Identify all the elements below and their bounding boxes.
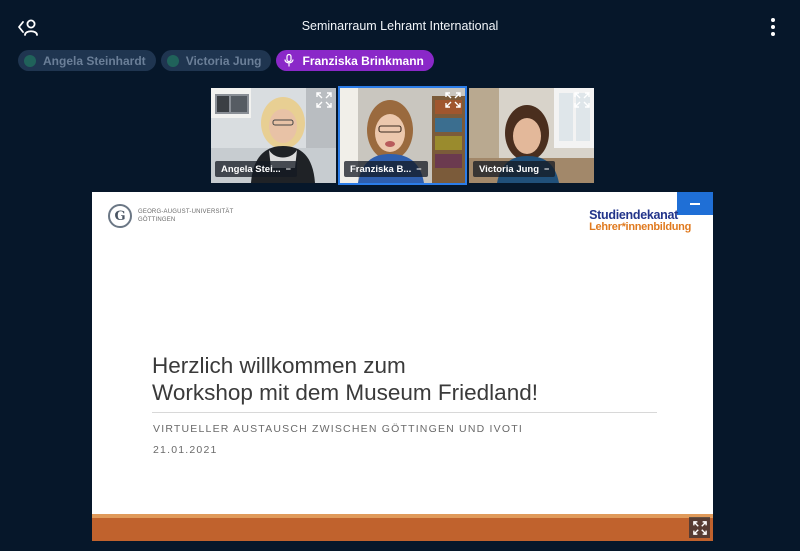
- video-username: Angela Stei...: [221, 163, 281, 175]
- talker-name: Franziska Brinkmann: [302, 53, 424, 68]
- video-username: Franziska B...: [350, 163, 412, 175]
- more-vertical-icon: [771, 18, 775, 22]
- video-list: Angela Stei... − Franziska B... − Victor…: [211, 86, 594, 185]
- options-menu-button[interactable]: [766, 16, 780, 38]
- meeting-title: Seminarraum Lehramt International: [301, 19, 499, 33]
- expand-icon[interactable]: [316, 92, 332, 108]
- minimize-icon: [690, 202, 700, 205]
- video-name-label[interactable]: Victoria Jung −: [473, 161, 556, 177]
- slide-title-line2: Workshop mit dem Museum Friedland!: [152, 380, 538, 405]
- slide-subtitle: VIRTUELLER AUSTAUSCH ZWISCHEN GÖTTINGEN …: [153, 423, 523, 435]
- top-bar: Seminarraum Lehramt International: [0, 0, 800, 50]
- video-name-label[interactable]: Franziska B... −: [344, 161, 428, 177]
- slide-footer-band: [92, 514, 713, 541]
- more-vertical-icon-dot: [771, 32, 775, 36]
- talker-name: Victoria Jung: [185, 53, 262, 68]
- talker-status-dot: [166, 54, 179, 67]
- fullscreen-button[interactable]: [689, 517, 710, 538]
- slide-title: Herzlich willkommen zum Workshop mit dem…: [152, 352, 538, 406]
- university-emblem-icon: G: [108, 204, 132, 228]
- video-tile-victoria[interactable]: Victoria Jung −: [469, 88, 594, 183]
- slide-date: 21.01.2021: [153, 444, 218, 456]
- talker-name: Angela Steinhardt: [43, 53, 146, 68]
- presentation-area: G GEORG-AUGUST-UNIVERSITÄT GÖTTINGEN Stu…: [92, 192, 713, 541]
- slide-divider: [152, 412, 657, 413]
- video-name-label[interactable]: Angela Stei... −: [215, 161, 297, 177]
- microphone-icon: [282, 54, 296, 68]
- slide-title-line1: Herzlich willkommen zum: [152, 353, 406, 378]
- talker-angela-steinhardt[interactable]: Angela Steinhardt: [18, 50, 156, 71]
- studiendekanat-logo: Studiendekanat Lehrer*innenbildung: [589, 208, 691, 233]
- talker-victoria-jung[interactable]: Victoria Jung: [160, 50, 272, 71]
- video-username: Victoria Jung: [479, 163, 540, 175]
- university-name: GEORG-AUGUST-UNIVERSITÄT GÖTTINGEN: [138, 208, 233, 224]
- chevron-down-icon: −: [416, 164, 422, 174]
- expand-icon[interactable]: [574, 92, 590, 108]
- chevron-down-icon: −: [544, 164, 550, 174]
- talker-status-dot: [24, 54, 36, 67]
- video-tile-angela[interactable]: Angela Stei... −: [211, 88, 336, 183]
- video-tile-franziska[interactable]: Franziska B... −: [338, 86, 467, 185]
- talker-franziska-brinkmann[interactable]: Franziska Brinkmann: [276, 50, 434, 71]
- dekanat-line2: Lehrer*innenbildung: [589, 221, 691, 233]
- university-name-line2: GÖTTINGEN: [138, 217, 176, 223]
- expand-icon[interactable]: [445, 92, 461, 108]
- more-vertical-icon-dot: [771, 25, 775, 29]
- talking-indicator: Angela Steinhardt Victoria Jung Franzisk…: [18, 50, 434, 72]
- chevron-down-icon: −: [285, 164, 291, 174]
- university-name-line1: GEORG-AUGUST-UNIVERSITÄT: [138, 209, 234, 215]
- dekanat-line1: Studiendekanat: [589, 208, 679, 222]
- fullscreen-icon: [692, 520, 707, 535]
- slide-footer-highlight: [92, 514, 713, 518]
- university-logo: G GEORG-AUGUST-UNIVERSITÄT GÖTTINGEN: [108, 204, 233, 228]
